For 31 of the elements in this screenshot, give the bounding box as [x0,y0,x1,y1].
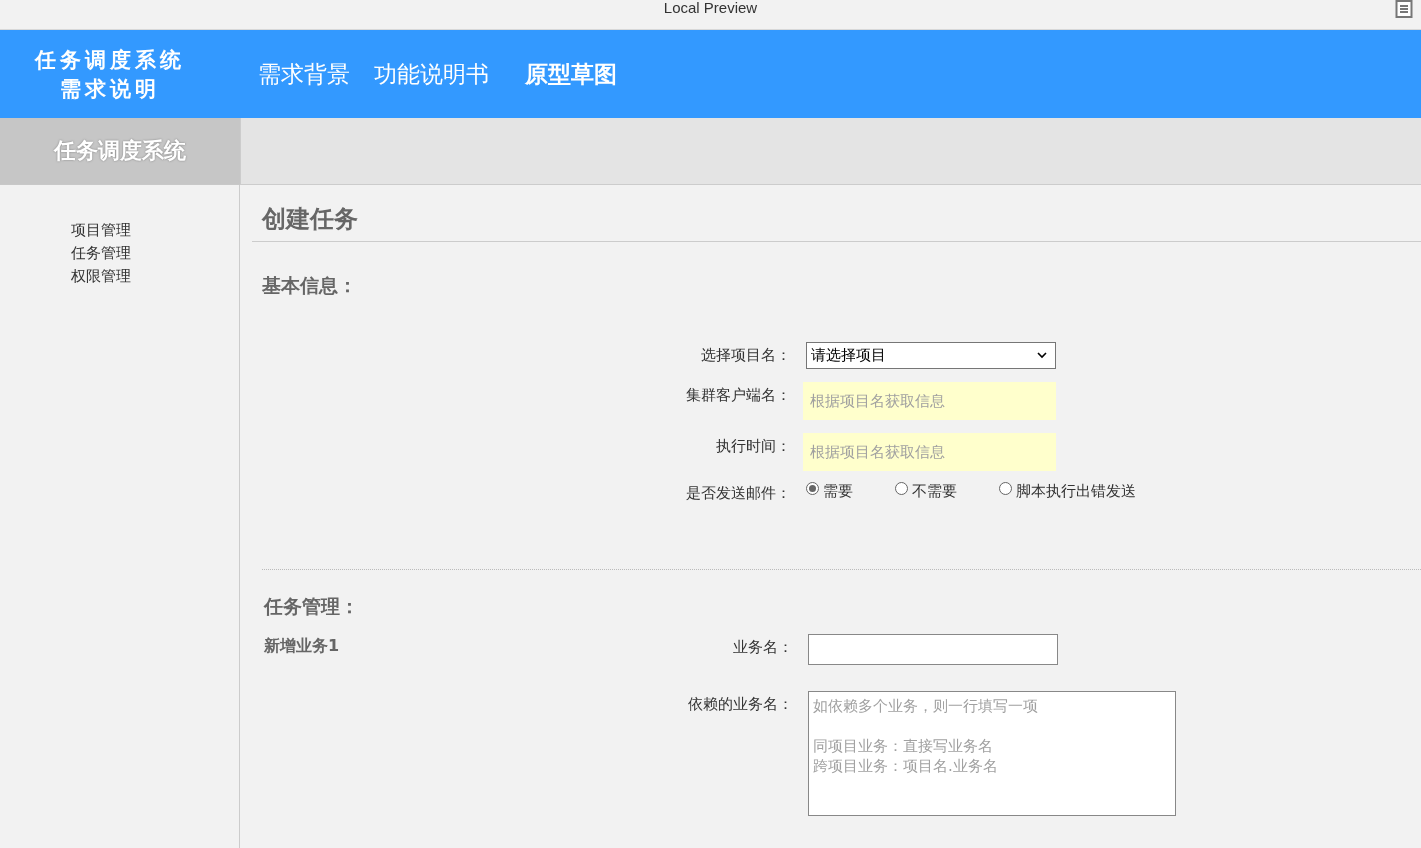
page-title: 创建任务 [252,203,1421,242]
field-label: 是否发送邮件： [685,483,791,503]
radio-label[interactable]: 需要 [823,482,853,501]
radio-button[interactable] [999,482,1012,495]
field-label: 依赖的业务名： [687,694,793,714]
sidebar-item[interactable]: 任务管理 [71,244,239,263]
field-label: 选择项目名： [700,345,791,365]
sidebar-title: 任务调度系统 [0,118,240,185]
section-heading: 基本信息： [262,273,358,298]
field-label: 执行时间： [715,436,791,456]
radio-button[interactable] [806,482,819,495]
section-heading: 任务管理： [264,594,360,619]
radio-button[interactable] [895,482,908,495]
readonly-field[interactable]: 根据项目名获取信息 [803,382,1056,420]
field-label: 集群客户端名： [685,385,791,405]
item-title: 新增业务1 [264,635,341,657]
project-select[interactable]: 请选择项目 [806,342,1056,369]
placeholder-text: 跨项目业务：项目名.业务名 [813,756,998,776]
input-field[interactable] [808,634,1058,665]
sidebar-item[interactable]: 项目管理 [71,221,239,240]
sidebar-item[interactable]: 权限管理 [71,267,239,286]
radio-label[interactable]: 脚本执行出错发送 [1016,482,1136,501]
radio-label[interactable]: 不需要 [912,482,957,501]
placeholder-text: 如依赖多个业务，则一行填写一项 [813,696,1038,716]
window-title: Local Preview [663,0,758,18]
chevron-down-icon [1037,352,1047,359]
logo-text: 任务调度系统 需求说明 [33,46,186,103]
placeholder-text: 同项目业务：直接写业务名 [813,736,993,756]
field-label: 业务名： [732,637,793,657]
document-icon[interactable] [1395,0,1413,18]
readonly-field[interactable]: 根据项目名获取信息 [803,433,1056,471]
